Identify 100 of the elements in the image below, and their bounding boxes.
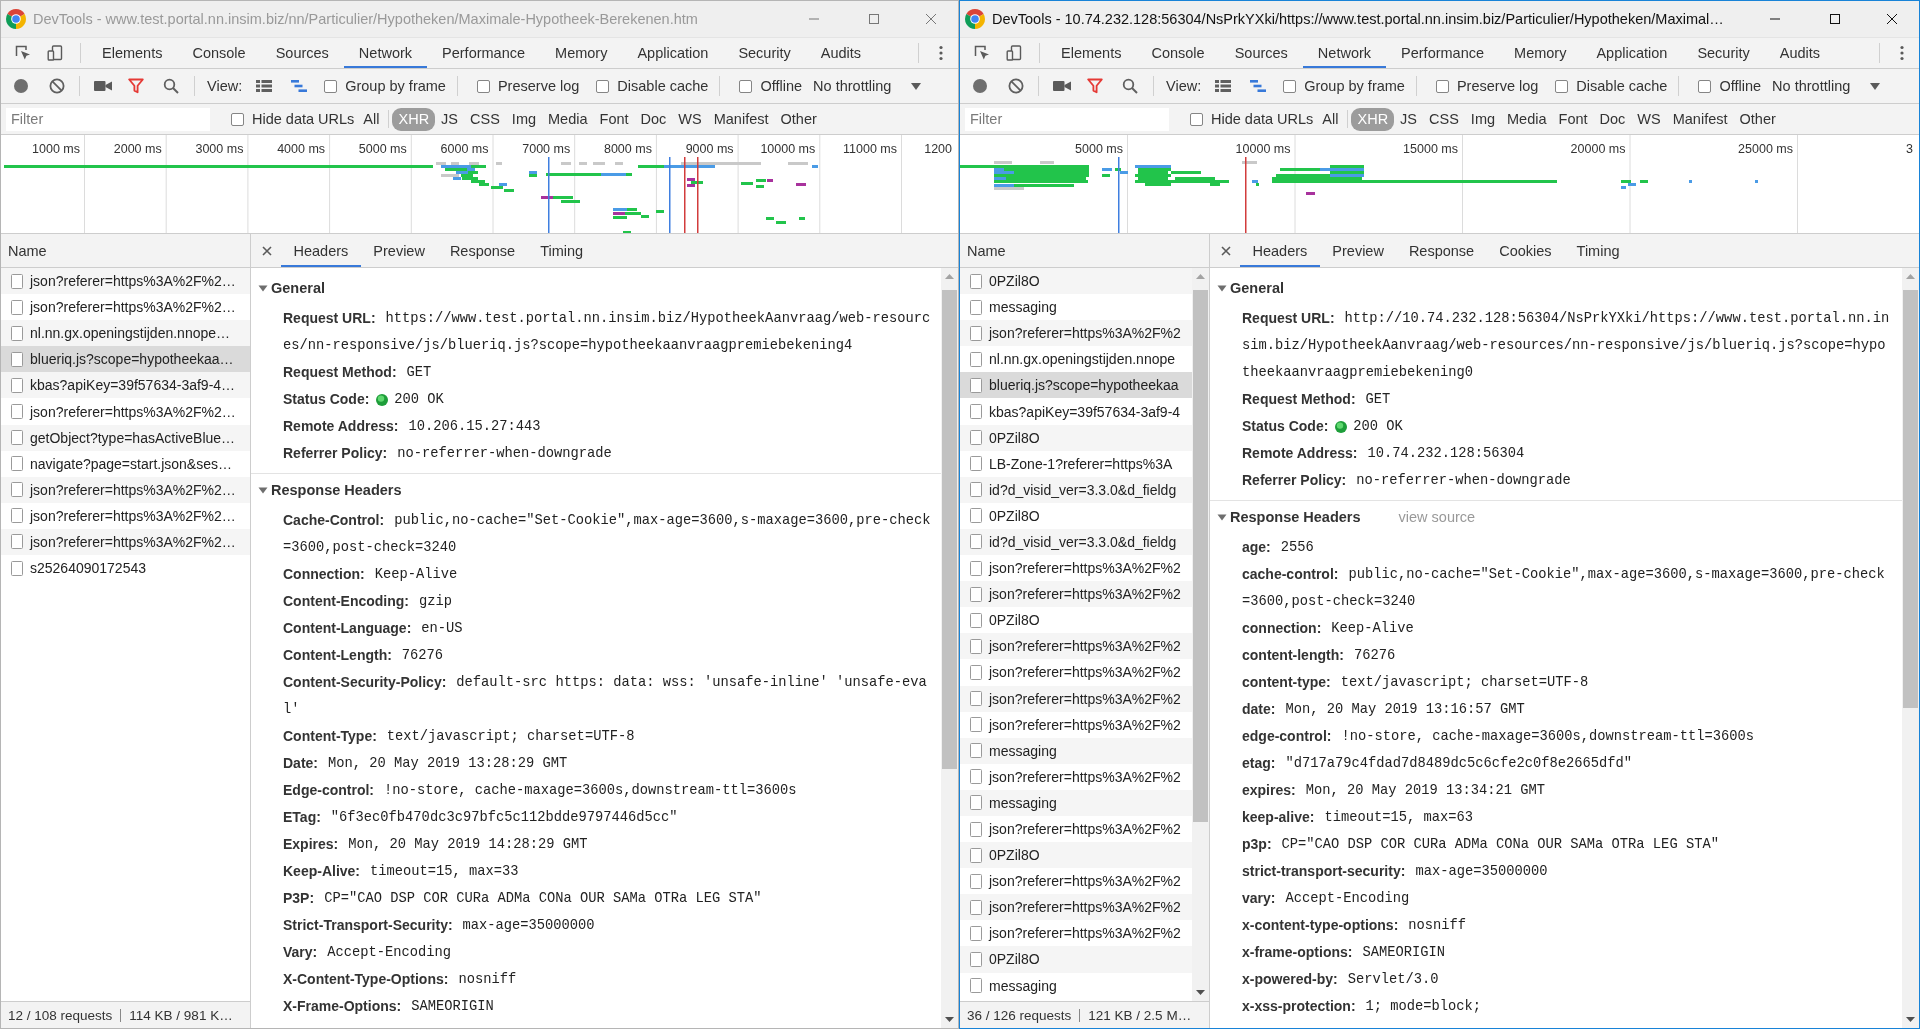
type-filter-button[interactable]: Media	[1501, 107, 1553, 131]
scrollbar-thumb[interactable]	[1193, 290, 1208, 822]
checkbox-label[interactable]: Preserve log	[1456, 78, 1539, 94]
search-icon[interactable]	[1122, 78, 1138, 94]
scroll-down-arrow-icon[interactable]	[945, 1017, 954, 1022]
maximize-icon[interactable]	[1830, 14, 1840, 24]
type-filter-button[interactable]: JS	[435, 107, 465, 131]
details-tab[interactable]: Response	[1396, 234, 1487, 267]
close-icon[interactable]	[262, 245, 272, 256]
request-row[interactable]: messaging	[960, 789, 1192, 816]
request-row[interactable]: messaging	[960, 737, 1192, 764]
scrollbar-thumb[interactable]	[1903, 290, 1918, 708]
checkbox-label[interactable]: Disable cache	[617, 78, 709, 94]
panel-tab[interactable]: Console	[1136, 38, 1220, 68]
record-icon[interactable]	[14, 79, 28, 93]
panel-tab[interactable]: Security	[723, 38, 806, 68]
checkbox[interactable]	[1190, 112, 1203, 126]
request-row[interactable]: 0PZil8O	[960, 424, 1192, 451]
type-filter-button[interactable]: Img	[1464, 107, 1502, 131]
checkbox[interactable]	[231, 112, 244, 126]
panel-tab[interactable]: Elements	[87, 38, 178, 68]
checkbox-label[interactable]: Offline	[760, 78, 803, 94]
details-tab[interactable]: Timing	[1564, 234, 1633, 267]
request-row[interactable]: json?referer=https%3A%2F%2	[960, 320, 1192, 347]
panel-tab[interactable]: Sources	[260, 38, 344, 68]
filter-icon[interactable]	[1087, 78, 1103, 94]
checkbox-label[interactable]: Group by frame	[345, 78, 446, 94]
close-icon[interactable]	[1221, 245, 1231, 256]
type-filter-button[interactable]: JS	[1394, 107, 1424, 131]
panel-tab[interactable]: Elements	[1046, 38, 1137, 68]
devices-icon[interactable]	[1006, 45, 1022, 61]
panel-tab[interactable]: Memory	[1499, 38, 1582, 68]
checkbox[interactable]	[1435, 79, 1449, 93]
throttling-dropdown[interactable]: No throttling	[1772, 78, 1851, 94]
scroll-down-arrow-icon[interactable]	[1906, 1017, 1915, 1022]
type-filter-button[interactable]: All	[1316, 107, 1345, 131]
expand-triangle-icon[interactable]	[1217, 512, 1227, 522]
panel-tab[interactable]: Audits	[1764, 38, 1836, 68]
details-tab[interactable]: Preview	[360, 234, 438, 267]
request-row[interactable]: json?referer=https%3A%2F%2	[960, 633, 1192, 660]
checkbox[interactable]	[739, 79, 753, 93]
caret-icon[interactable]	[911, 82, 922, 90]
request-row[interactable]: json?referer=https%3A%2F%2	[960, 581, 1192, 608]
request-row[interactable]: kbas?apiKey=39f57634-3af9-4…	[1, 372, 250, 399]
section-title[interactable]: Response Headers	[1230, 509, 1361, 525]
throttling-dropdown[interactable]: No throttling	[813, 78, 892, 94]
type-filter-button[interactable]: WS	[1631, 107, 1667, 131]
request-row[interactable]: json?referer=https%3A%2F%2	[960, 894, 1192, 921]
request-row[interactable]: json?referer=https%3A%2F%2	[960, 685, 1192, 712]
checkbox-label[interactable]: Hide data URLs	[1211, 111, 1314, 127]
type-filter-button[interactable]: Font	[1552, 107, 1594, 131]
checkbox[interactable]	[596, 79, 610, 93]
details-tab[interactable]: Timing	[527, 234, 596, 267]
type-filter-button[interactable]: All	[357, 107, 386, 131]
request-row[interactable]: 0PZil8O	[960, 842, 1192, 869]
checkbox[interactable]	[1698, 79, 1712, 93]
close-icon[interactable]	[1887, 14, 1897, 24]
panel-tab[interactable]: Sources	[1219, 38, 1303, 68]
request-row[interactable]: json?referer=https%3A%2F%2…	[1, 268, 250, 295]
request-row[interactable]: 0PZil8O	[960, 268, 1192, 295]
request-row[interactable]: blueriq.js?scope=hypotheekaa	[960, 372, 1192, 399]
checkbox[interactable]	[1555, 79, 1569, 93]
panel-tab[interactable]: Audits	[805, 38, 877, 68]
type-filter-button[interactable]: Other	[774, 107, 823, 131]
section-title[interactable]: General	[1230, 280, 1284, 296]
waterfall-icon[interactable]	[1250, 80, 1267, 92]
checkbox-label[interactable]: Group by frame	[1304, 78, 1405, 94]
cursor-select-icon[interactable]	[15, 45, 31, 61]
column-header[interactable]: Name	[1, 234, 250, 268]
list-view-icon[interactable]	[256, 80, 273, 92]
scrollbar[interactable]	[941, 268, 958, 1028]
request-row[interactable]: blueriq.js?scope=hypotheekaa…	[1, 346, 250, 373]
panel-tab[interactable]: Application	[622, 38, 724, 68]
panel-tab[interactable]: Memory	[540, 38, 623, 68]
type-filter-button[interactable]: CSS	[1423, 107, 1465, 131]
details-tab[interactable]: Cookies	[1486, 234, 1565, 267]
request-row[interactable]: id?d_visid_ver=3.3.0&d_fieldg	[960, 476, 1192, 503]
checkbox[interactable]	[476, 79, 490, 93]
column-header[interactable]: Name	[960, 234, 1209, 268]
clear-icon[interactable]	[49, 78, 65, 94]
panel-tab[interactable]: Console	[177, 38, 261, 68]
video-camera-icon[interactable]	[94, 80, 112, 92]
checkbox-label[interactable]: Preserve log	[497, 78, 580, 94]
expand-triangle-icon[interactable]	[258, 485, 268, 495]
type-filter-button[interactable]: Img	[505, 107, 543, 131]
devices-icon[interactable]	[47, 45, 63, 61]
checkbox[interactable]	[324, 79, 338, 93]
type-filter-button[interactable]: CSS	[464, 107, 506, 131]
record-icon[interactable]	[973, 79, 987, 93]
checkbox-label[interactable]: Disable cache	[1576, 78, 1668, 94]
checkbox[interactable]	[1283, 79, 1297, 93]
details-tab[interactable]: Headers	[281, 234, 361, 267]
scroll-down-arrow-icon[interactable]	[1196, 990, 1205, 995]
cursor-select-icon[interactable]	[974, 45, 990, 61]
search-icon[interactable]	[163, 78, 179, 94]
details-tab[interactable]: Headers	[1240, 234, 1320, 267]
type-filter-button[interactable]: Other	[1733, 107, 1782, 131]
type-filter-button[interactable]: WS	[672, 107, 708, 131]
type-filter-button[interactable]: Font	[593, 107, 635, 131]
scrollbar-thumb[interactable]	[942, 290, 957, 769]
